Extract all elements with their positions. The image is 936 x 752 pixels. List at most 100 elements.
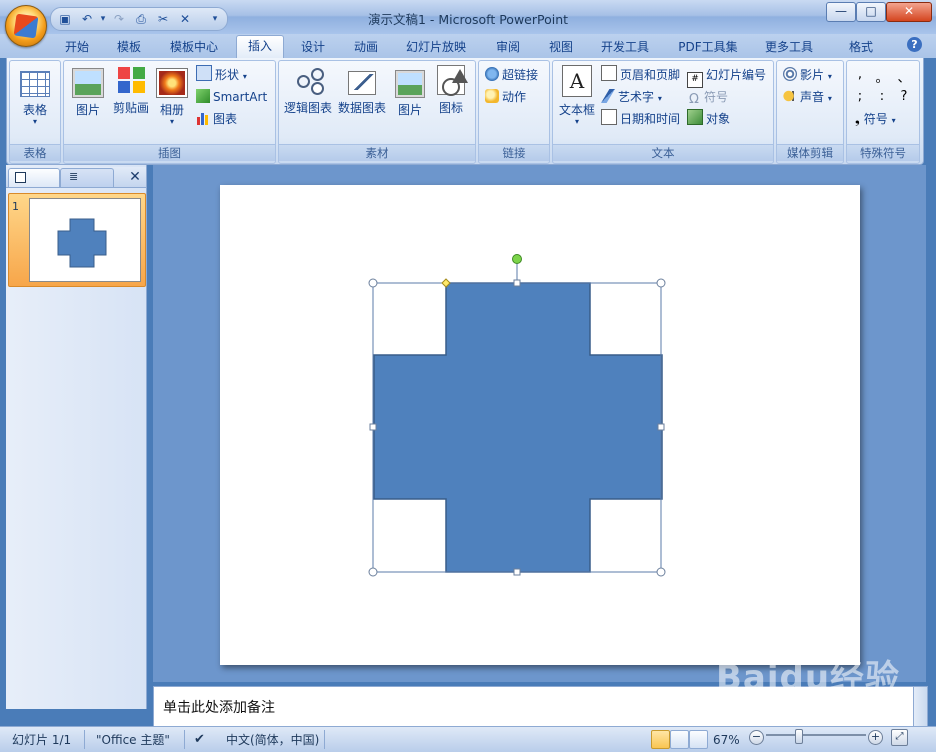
maximize-button[interactable]: □: [856, 2, 886, 22]
insert-chart-button[interactable]: 图表: [196, 109, 237, 129]
smartart-icon: [196, 89, 210, 103]
group-label-table: 表格: [10, 144, 60, 161]
asset-icon-button[interactable]: 图标: [431, 65, 471, 116]
zoom-in-button[interactable]: +: [868, 730, 883, 745]
datetime-label: 日期和时间: [620, 112, 681, 126]
action-button[interactable]: 动作: [485, 87, 526, 107]
symbol-enum-comma[interactable]: 、: [895, 67, 913, 86]
resize-handle-right[interactable]: [657, 423, 665, 431]
data-chart-button[interactable]: 数据图表: [335, 65, 389, 116]
tab-outline[interactable]: ≣: [60, 168, 114, 187]
chart-icon: [196, 111, 210, 125]
normal-view-icon[interactable]: [651, 730, 670, 749]
tab-more-tools[interactable]: 更多工具: [756, 37, 822, 58]
datetime-icon: [601, 109, 617, 125]
zoom-slider-thumb[interactable]: [794, 729, 803, 744]
tab-insert[interactable]: 插入: [236, 35, 284, 59]
slide-number-button[interactable]: # 幻灯片编号: [687, 65, 766, 88]
zoom-out-button[interactable]: −: [749, 730, 764, 745]
textbox-button[interactable]: A 文本框 ▾: [555, 65, 599, 126]
cross-shape[interactable]: [373, 282, 663, 573]
resize-handle-top-right[interactable]: [656, 278, 666, 288]
movie-button[interactable]: 影片 ▾: [783, 65, 832, 85]
logic-chart-button[interactable]: 逻辑图表: [281, 65, 335, 116]
insert-smartart-button[interactable]: SmartArt: [196, 87, 267, 107]
fit-to-window-icon[interactable]: ⤢: [891, 729, 908, 746]
datetime-button[interactable]: 日期和时间: [601, 109, 680, 129]
wordart-label: 艺术字: [618, 90, 655, 104]
group-label-special: 特殊符号: [847, 144, 919, 161]
help-icon[interactable]: ?: [907, 37, 922, 52]
textbox-label: 文本框: [558, 103, 595, 117]
status-theme[interactable]: "Office 主题": [96, 731, 170, 749]
watermark-logo: Baidu经验: [716, 658, 901, 698]
symbol-question[interactable]: ?: [895, 89, 913, 104]
table-icon: [20, 71, 50, 97]
tab-slides-thumbnails[interactable]: [8, 168, 60, 187]
special-symbol-button[interactable]: ❟ 符号 ▾: [855, 109, 896, 129]
clipart-icon: [116, 65, 146, 95]
zoom-level[interactable]: 67%: [713, 731, 740, 749]
asset-picture-button[interactable]: 图片: [391, 65, 429, 118]
rotation-handle[interactable]: [512, 254, 522, 264]
slide-sorter-view-icon[interactable]: [670, 730, 689, 749]
tab-slideshow[interactable]: 幻灯片放映: [398, 37, 474, 58]
group-illustrations: 图片 剪贴画 相册 ▾ 形状 ▾ SmartArt 图表 插图: [63, 60, 276, 164]
zoom-slider-track[interactable]: [766, 734, 866, 736]
sound-icon: [783, 89, 797, 103]
panel-close-icon[interactable]: ✕: [128, 170, 142, 184]
symbol-period[interactable]: 。: [873, 67, 891, 86]
symbol-comma[interactable]: ,: [851, 67, 869, 82]
tab-home[interactable]: 开始: [56, 37, 98, 58]
insert-table-button[interactable]: 表格 ▾: [10, 65, 60, 126]
header-footer-button[interactable]: 页眉和页脚: [601, 65, 680, 85]
resize-handle-bottom-left[interactable]: [368, 567, 378, 577]
insert-clipart-button[interactable]: 剪贴画: [110, 65, 152, 116]
slideshow-view-icon[interactable]: [689, 730, 708, 749]
tab-review[interactable]: 审阅: [486, 37, 530, 58]
clipart-label: 剪贴画: [112, 101, 149, 115]
insert-picture-button[interactable]: 图片: [68, 65, 108, 118]
action-icon: [485, 89, 499, 103]
tab-developer[interactable]: 开发工具: [592, 37, 658, 58]
wordart-button[interactable]: 艺术字 ▾: [601, 87, 662, 107]
logic-chart-icon: [293, 65, 324, 95]
symbol-semicolon[interactable]: ;: [851, 89, 869, 104]
slide-canvas[interactable]: [220, 185, 860, 665]
insert-shape-button[interactable]: 形状 ▾: [196, 65, 247, 85]
insert-album-button[interactable]: 相册 ▾: [154, 65, 190, 126]
hyperlink-icon: [485, 67, 499, 81]
symbol-colon[interactable]: :: [873, 89, 891, 104]
symbol-button-disabled[interactable]: Ω 符号: [687, 87, 728, 107]
tab-animation[interactable]: 动画: [344, 37, 388, 58]
asset-icon-label: 图标: [438, 101, 463, 115]
status-separator: [184, 730, 185, 749]
minimize-button[interactable]: —: [826, 2, 856, 22]
close-button[interactable]: ✕: [886, 2, 932, 22]
tab-view[interactable]: 视图: [540, 37, 582, 58]
slide-thumbnail[interactable]: [29, 198, 141, 282]
window-title: 演示文稿1 - Microsoft PowerPoint: [367, 12, 569, 27]
tab-design[interactable]: 设计: [292, 37, 334, 58]
sound-button[interactable]: 声音 ▾: [783, 87, 832, 107]
group-special-symbols: , 。 、 ; : ? ❟ 符号 ▾ 特殊符号: [846, 60, 920, 164]
group-links: 超链接 动作 链接: [478, 60, 550, 164]
resize-handle-top[interactable]: [513, 279, 521, 287]
resize-handle-bottom-right[interactable]: [656, 567, 666, 577]
spellcheck-icon[interactable]: ✔: [194, 731, 205, 749]
resize-handle-top-left[interactable]: [368, 278, 378, 288]
resize-handle-left[interactable]: [369, 423, 377, 431]
shape-label: 形状: [215, 68, 240, 82]
object-button[interactable]: 对象: [687, 109, 730, 129]
notes-scrollbar[interactable]: [913, 686, 928, 728]
tab-format[interactable]: 格式: [836, 37, 886, 58]
tab-template[interactable]: 模板: [108, 37, 150, 58]
status-separator: [84, 730, 85, 749]
resize-handle-bottom[interactable]: [513, 568, 521, 576]
office-button[interactable]: [5, 5, 47, 47]
hyperlink-button[interactable]: 超链接: [485, 65, 538, 85]
tab-template-center[interactable]: 模板中心: [160, 37, 228, 58]
status-language[interactable]: 中文(简体，中国): [226, 731, 319, 749]
tab-pdf-tools[interactable]: PDF工具集: [668, 37, 748, 58]
status-separator: [324, 730, 325, 749]
